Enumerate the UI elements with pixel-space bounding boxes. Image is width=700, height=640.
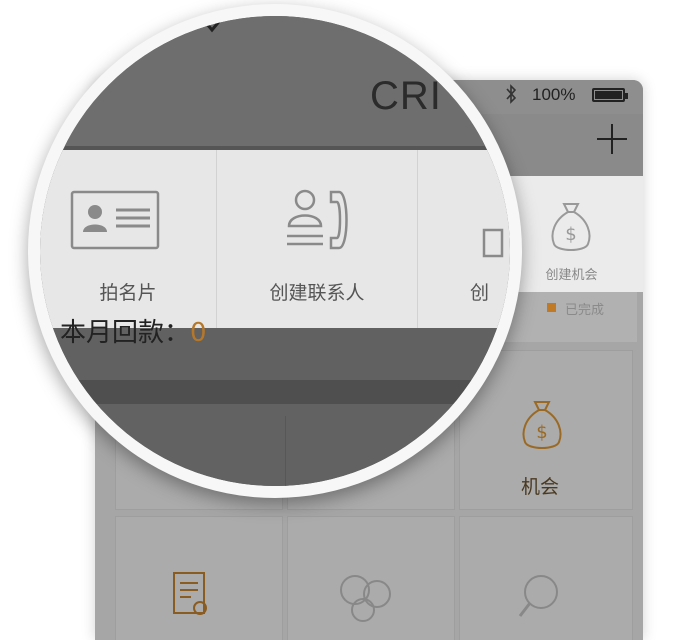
scan-business-card-label: 拍名片: [99, 282, 157, 304]
document-icon: [173, 572, 207, 615]
monthly-payment-summary: 本月回款：0: [60, 312, 207, 349]
create-contact-action[interactable]: 创建联系人: [217, 150, 417, 328]
magnified-module-grid: [40, 404, 510, 486]
scan-business-card-action[interactable]: 拍名片: [40, 150, 216, 328]
create-action-partial[interactable]: 创: [418, 150, 510, 328]
group-icon: [340, 575, 391, 622]
opportunities-label: 机会: [521, 476, 560, 498]
svg-text:$: $: [536, 422, 547, 443]
business-card-icon: [70, 190, 160, 250]
create-action-label: 创: [470, 282, 490, 304]
completed-legend-label: 已完成: [565, 303, 605, 318]
add-button[interactable]: [595, 122, 629, 156]
create-contact-label: 创建联系人: [269, 282, 365, 304]
search-icon: [518, 575, 558, 617]
separator-band: [40, 380, 510, 404]
completed-legend-swatch: [547, 303, 556, 312]
svg-text:$: $: [565, 224, 576, 245]
battery-percent: 100%: [532, 85, 576, 104]
monthly-payment-value: 0: [190, 318, 207, 348]
monthly-payment-label: 本月回款：: [60, 318, 191, 348]
contacts-module-label: 系人: [336, 474, 380, 486]
money-bag-icon: $: [551, 203, 591, 251]
app-title: CRI: [370, 74, 442, 118]
money-bag-icon: $: [522, 401, 562, 449]
divider: [285, 416, 286, 486]
contact-icon: [287, 189, 348, 250]
magnifier-lens: CRI 拍名片 创建联系人 创 本月回款：0: [40, 16, 510, 486]
wifi-icon: [200, 17, 224, 33]
battery-icon: [592, 88, 628, 102]
create-icon: [482, 228, 504, 258]
